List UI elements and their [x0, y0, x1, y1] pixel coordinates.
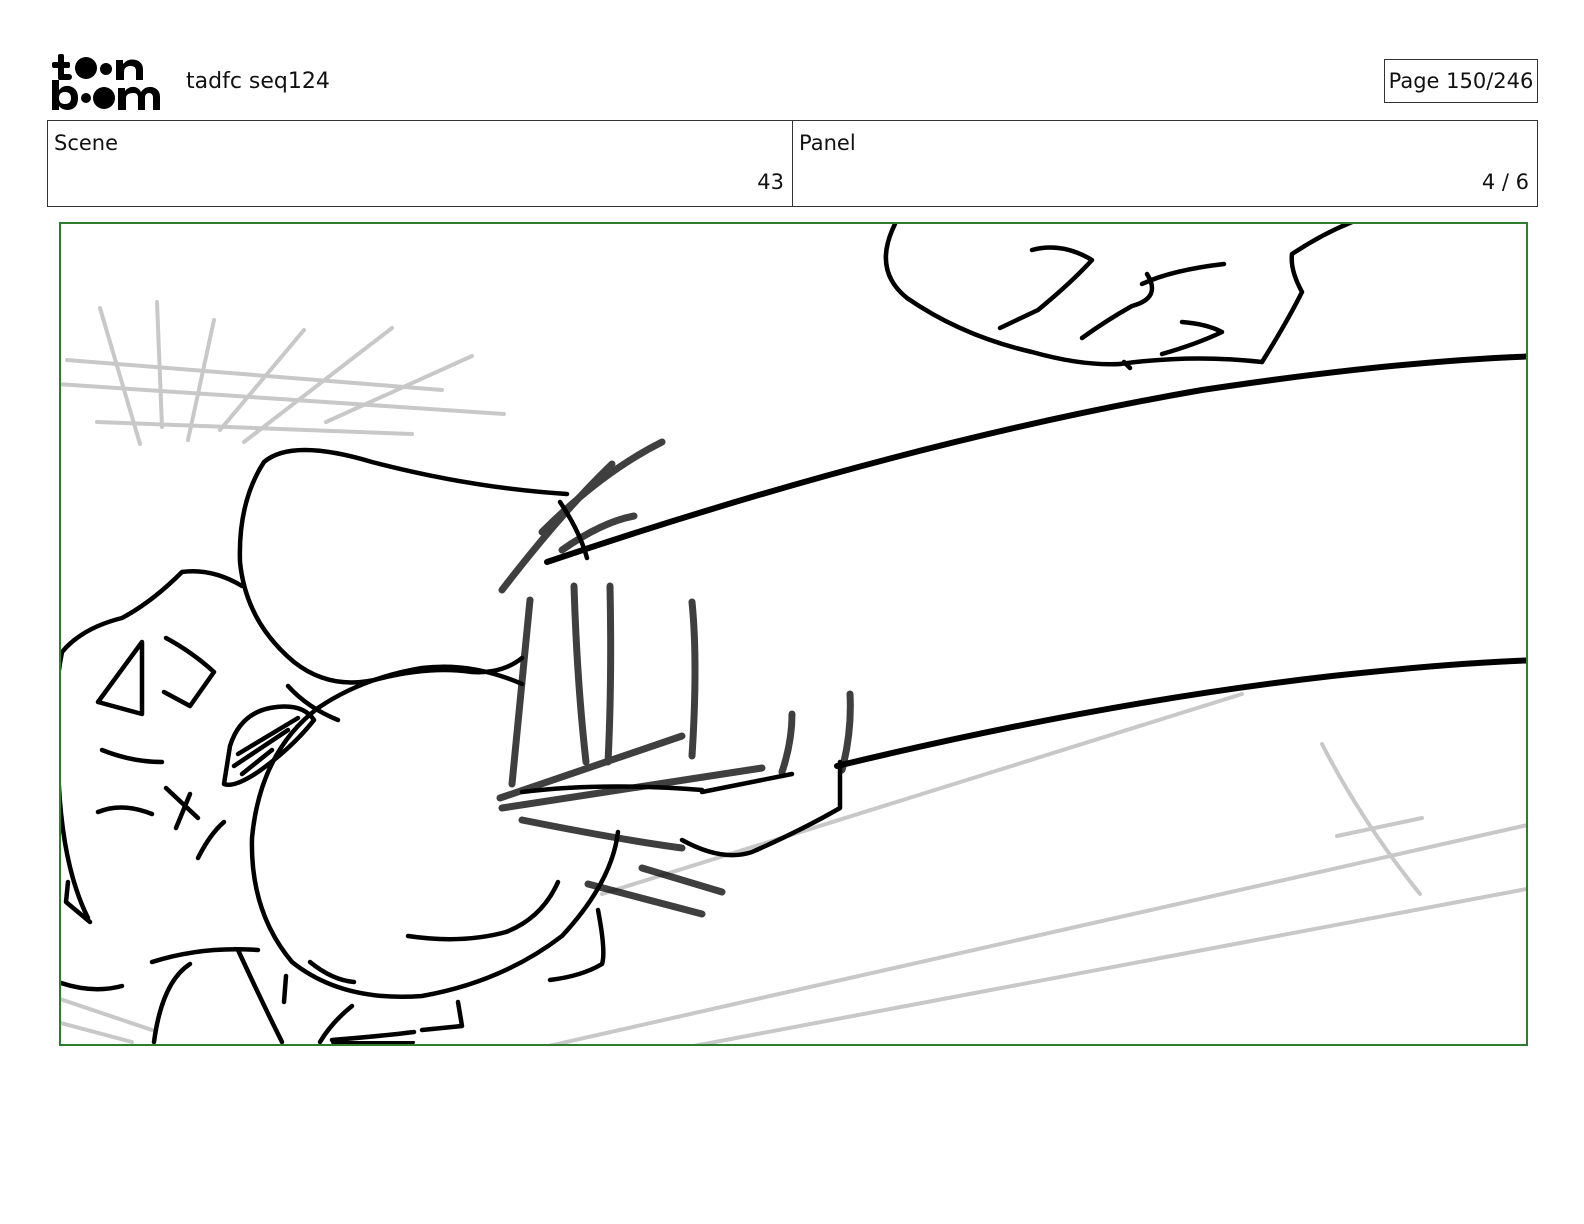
sketch-character: [61, 447, 621, 1044]
panel-cell: Panel 4 / 6: [792, 121, 1537, 206]
page-indicator: Page 150/246: [1384, 59, 1538, 103]
storyboard-sketch: [61, 224, 1526, 1044]
scene-label: Scene: [54, 131, 119, 155]
toonboom-logo: [50, 50, 166, 112]
sketch-hand: [883, 224, 1354, 371]
scene-panel-table: Scene 43 Panel 4 / 6: [47, 120, 1538, 207]
page-indicator-text: Page 150/246: [1388, 69, 1534, 93]
sketch-shadow: [331, 1041, 415, 1044]
panel-value: 4 / 6: [1481, 170, 1529, 194]
sketch-motion-blur: [496, 438, 854, 918]
scene-value: 43: [757, 170, 784, 194]
background-guide-lines: [61, 300, 1526, 1044]
document-title: tadfc seq124: [186, 69, 330, 94]
storyboard-panel-frame: [59, 222, 1528, 1046]
panel-label: Panel: [799, 131, 856, 155]
scene-cell: Scene 43: [48, 121, 792, 206]
toonboom-logo-mark: [52, 54, 160, 110]
